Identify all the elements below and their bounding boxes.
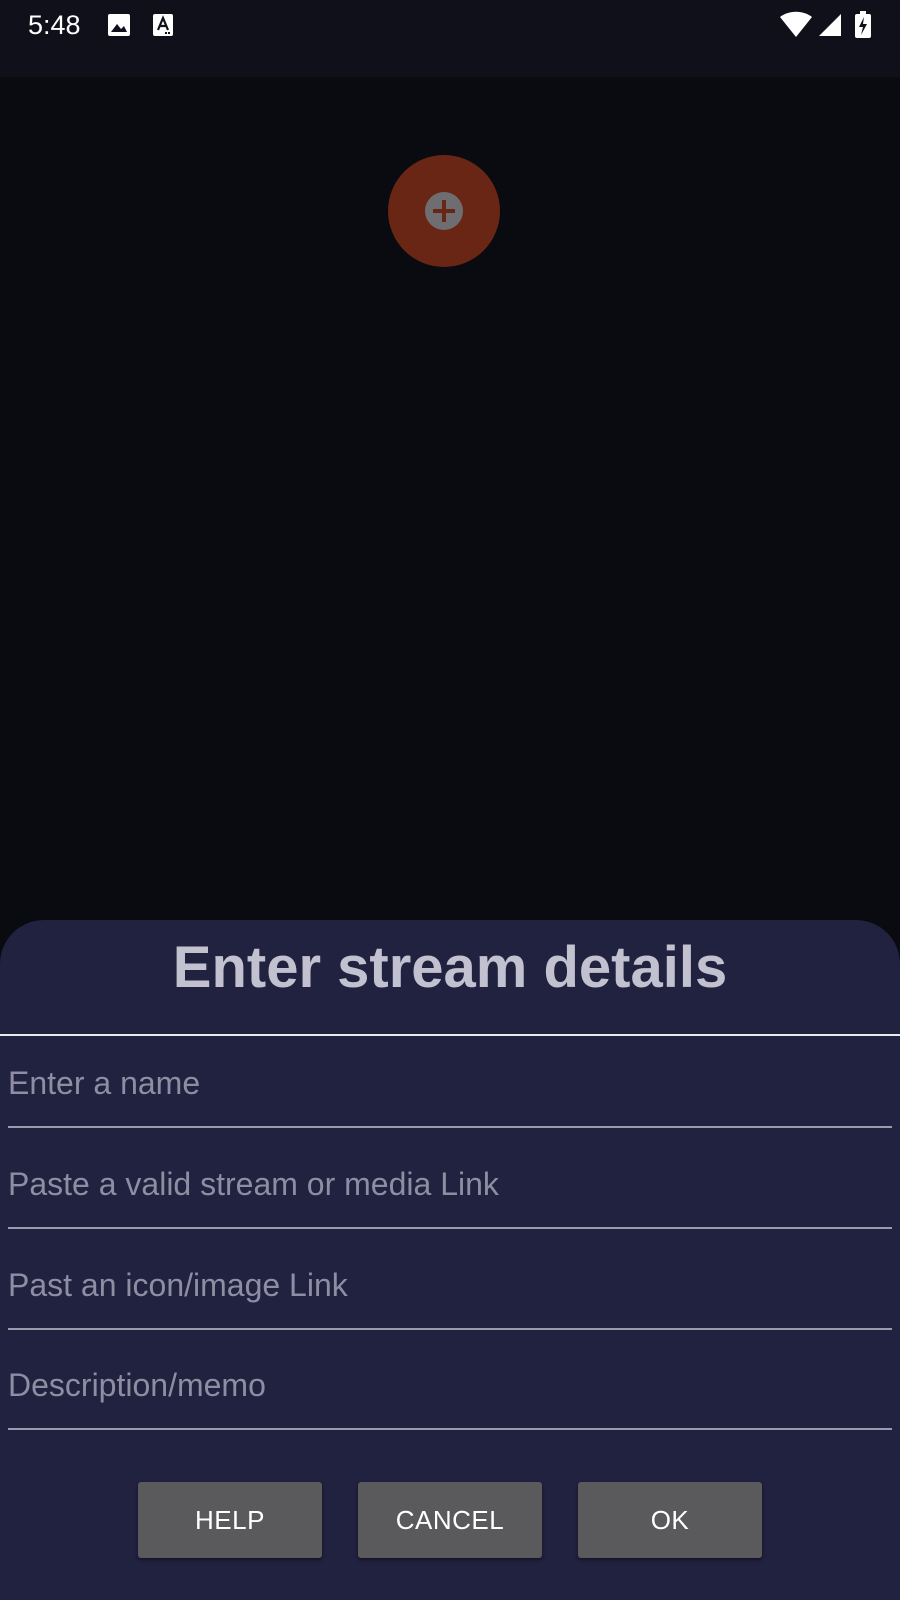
screen: 5:48 Enter stream details Enter a name P… [0,0,900,1600]
help-button[interactable]: HELP [138,1482,322,1558]
icon-link-input[interactable] [8,1262,892,1308]
stream-link-field [8,1143,892,1229]
name-field [8,1042,892,1128]
icon-link-field [8,1244,892,1330]
cell-signal-icon [819,14,841,36]
description-field [8,1344,892,1430]
title-divider [0,1034,900,1036]
stream-details-dialog: Enter stream details HELP CANCEL OK [0,920,900,1600]
cancel-button[interactable]: CANCEL [358,1482,542,1558]
stream-link-input[interactable] [8,1161,892,1207]
status-bar: 5:48 [0,0,900,77]
dialog-title: Enter stream details [172,935,728,1000]
status-time: 5:48 [28,10,81,40]
image-icon [108,14,130,36]
description-input[interactable] [8,1362,892,1408]
add-circle-icon [425,192,463,230]
name-input[interactable] [8,1060,892,1106]
add-stream-fab[interactable] [388,155,500,267]
wifi-icon [780,11,812,37]
ok-button[interactable]: OK [578,1482,762,1558]
battery-charging-icon [855,11,871,38]
text-recognition-icon [153,14,173,36]
